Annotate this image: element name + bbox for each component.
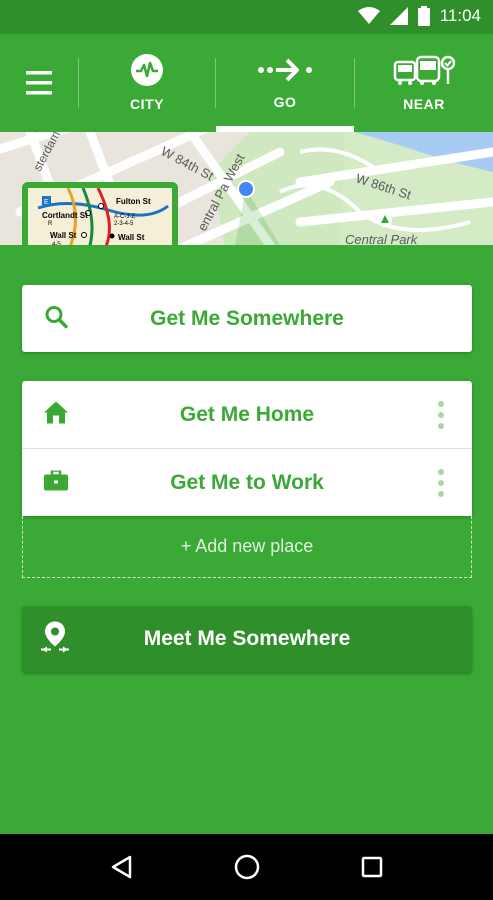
search-icon: [44, 304, 68, 333]
search-card[interactable]: Get Me Somewhere: [22, 285, 472, 352]
briefcase-icon: [44, 468, 68, 495]
meet-location-icon: [40, 620, 70, 659]
search-card-label: Get Me Somewhere: [150, 306, 344, 330]
subway-station-label: Fulton St: [116, 197, 151, 206]
top-toolbar: CITY GO NEAR: [0, 34, 493, 132]
tab-go[interactable]: GO: [216, 34, 354, 132]
system-nav-bar: [0, 834, 493, 900]
home-circle-icon[interactable]: [234, 854, 260, 880]
subway-line-label: 2-3-4-5: [114, 221, 134, 227]
place-options-icon[interactable]: [438, 468, 444, 497]
subway-line-label: E: [44, 199, 49, 206]
place-options-icon[interactable]: [438, 400, 444, 429]
add-new-place-button[interactable]: + Add new place: [22, 516, 472, 578]
back-icon[interactable]: [110, 855, 134, 879]
map-view[interactable]: W 84th St W 86th St entral Pa West Centr…: [0, 132, 493, 245]
meet-button-label: Meet Me Somewhere: [143, 627, 351, 650]
place-row-home[interactable]: Get Me Home: [22, 381, 472, 448]
subway-line-label: A-C-J-Z: [114, 214, 135, 220]
subway-station-label: Wall St: [118, 233, 145, 242]
signal-icon: [389, 7, 408, 25]
subway-station-label: Wall St: [50, 231, 77, 240]
transit-vehicles-icon: [393, 55, 455, 85]
tab-city-label: CITY: [130, 96, 164, 112]
tab-go-label: GO: [273, 94, 297, 110]
tab-city[interactable]: CITY: [79, 34, 215, 132]
recents-icon[interactable]: [361, 856, 383, 878]
place-label: Get Me to Work: [170, 470, 324, 494]
place-row-work[interactable]: Get Me to Work: [22, 449, 472, 516]
hamburger-menu-icon: [26, 71, 52, 95]
subway-line-label: 4-5: [52, 242, 61, 245]
add-new-place-label: + Add new place: [180, 536, 314, 556]
tab-near-label: NEAR: [403, 96, 445, 112]
subway-station-label: Cortlandt St: [42, 211, 88, 220]
status-time: 11:04: [439, 6, 481, 25]
route-arrow-icon: [258, 58, 312, 82]
battery-icon: [417, 6, 430, 26]
home-icon: [44, 401, 68, 428]
wifi-icon: [357, 7, 380, 24]
subway-map-thumbnail[interactable]: E Fulton St A-C-J-Z 2-3-4-5 Cortlandt St…: [22, 182, 178, 245]
pulse-icon: [131, 54, 163, 86]
saved-places-card: Get Me Home Get Me to Work: [22, 381, 472, 516]
status-bar: 11:04: [0, 0, 493, 34]
tab-near[interactable]: NEAR: [355, 34, 493, 132]
place-label: Get Me Home: [179, 402, 315, 426]
meet-me-somewhere-button[interactable]: Meet Me Somewhere: [22, 606, 472, 672]
menu-button[interactable]: [0, 34, 78, 132]
subway-line-label: R: [48, 221, 53, 227]
map-park-label: Central Park: [345, 232, 419, 245]
